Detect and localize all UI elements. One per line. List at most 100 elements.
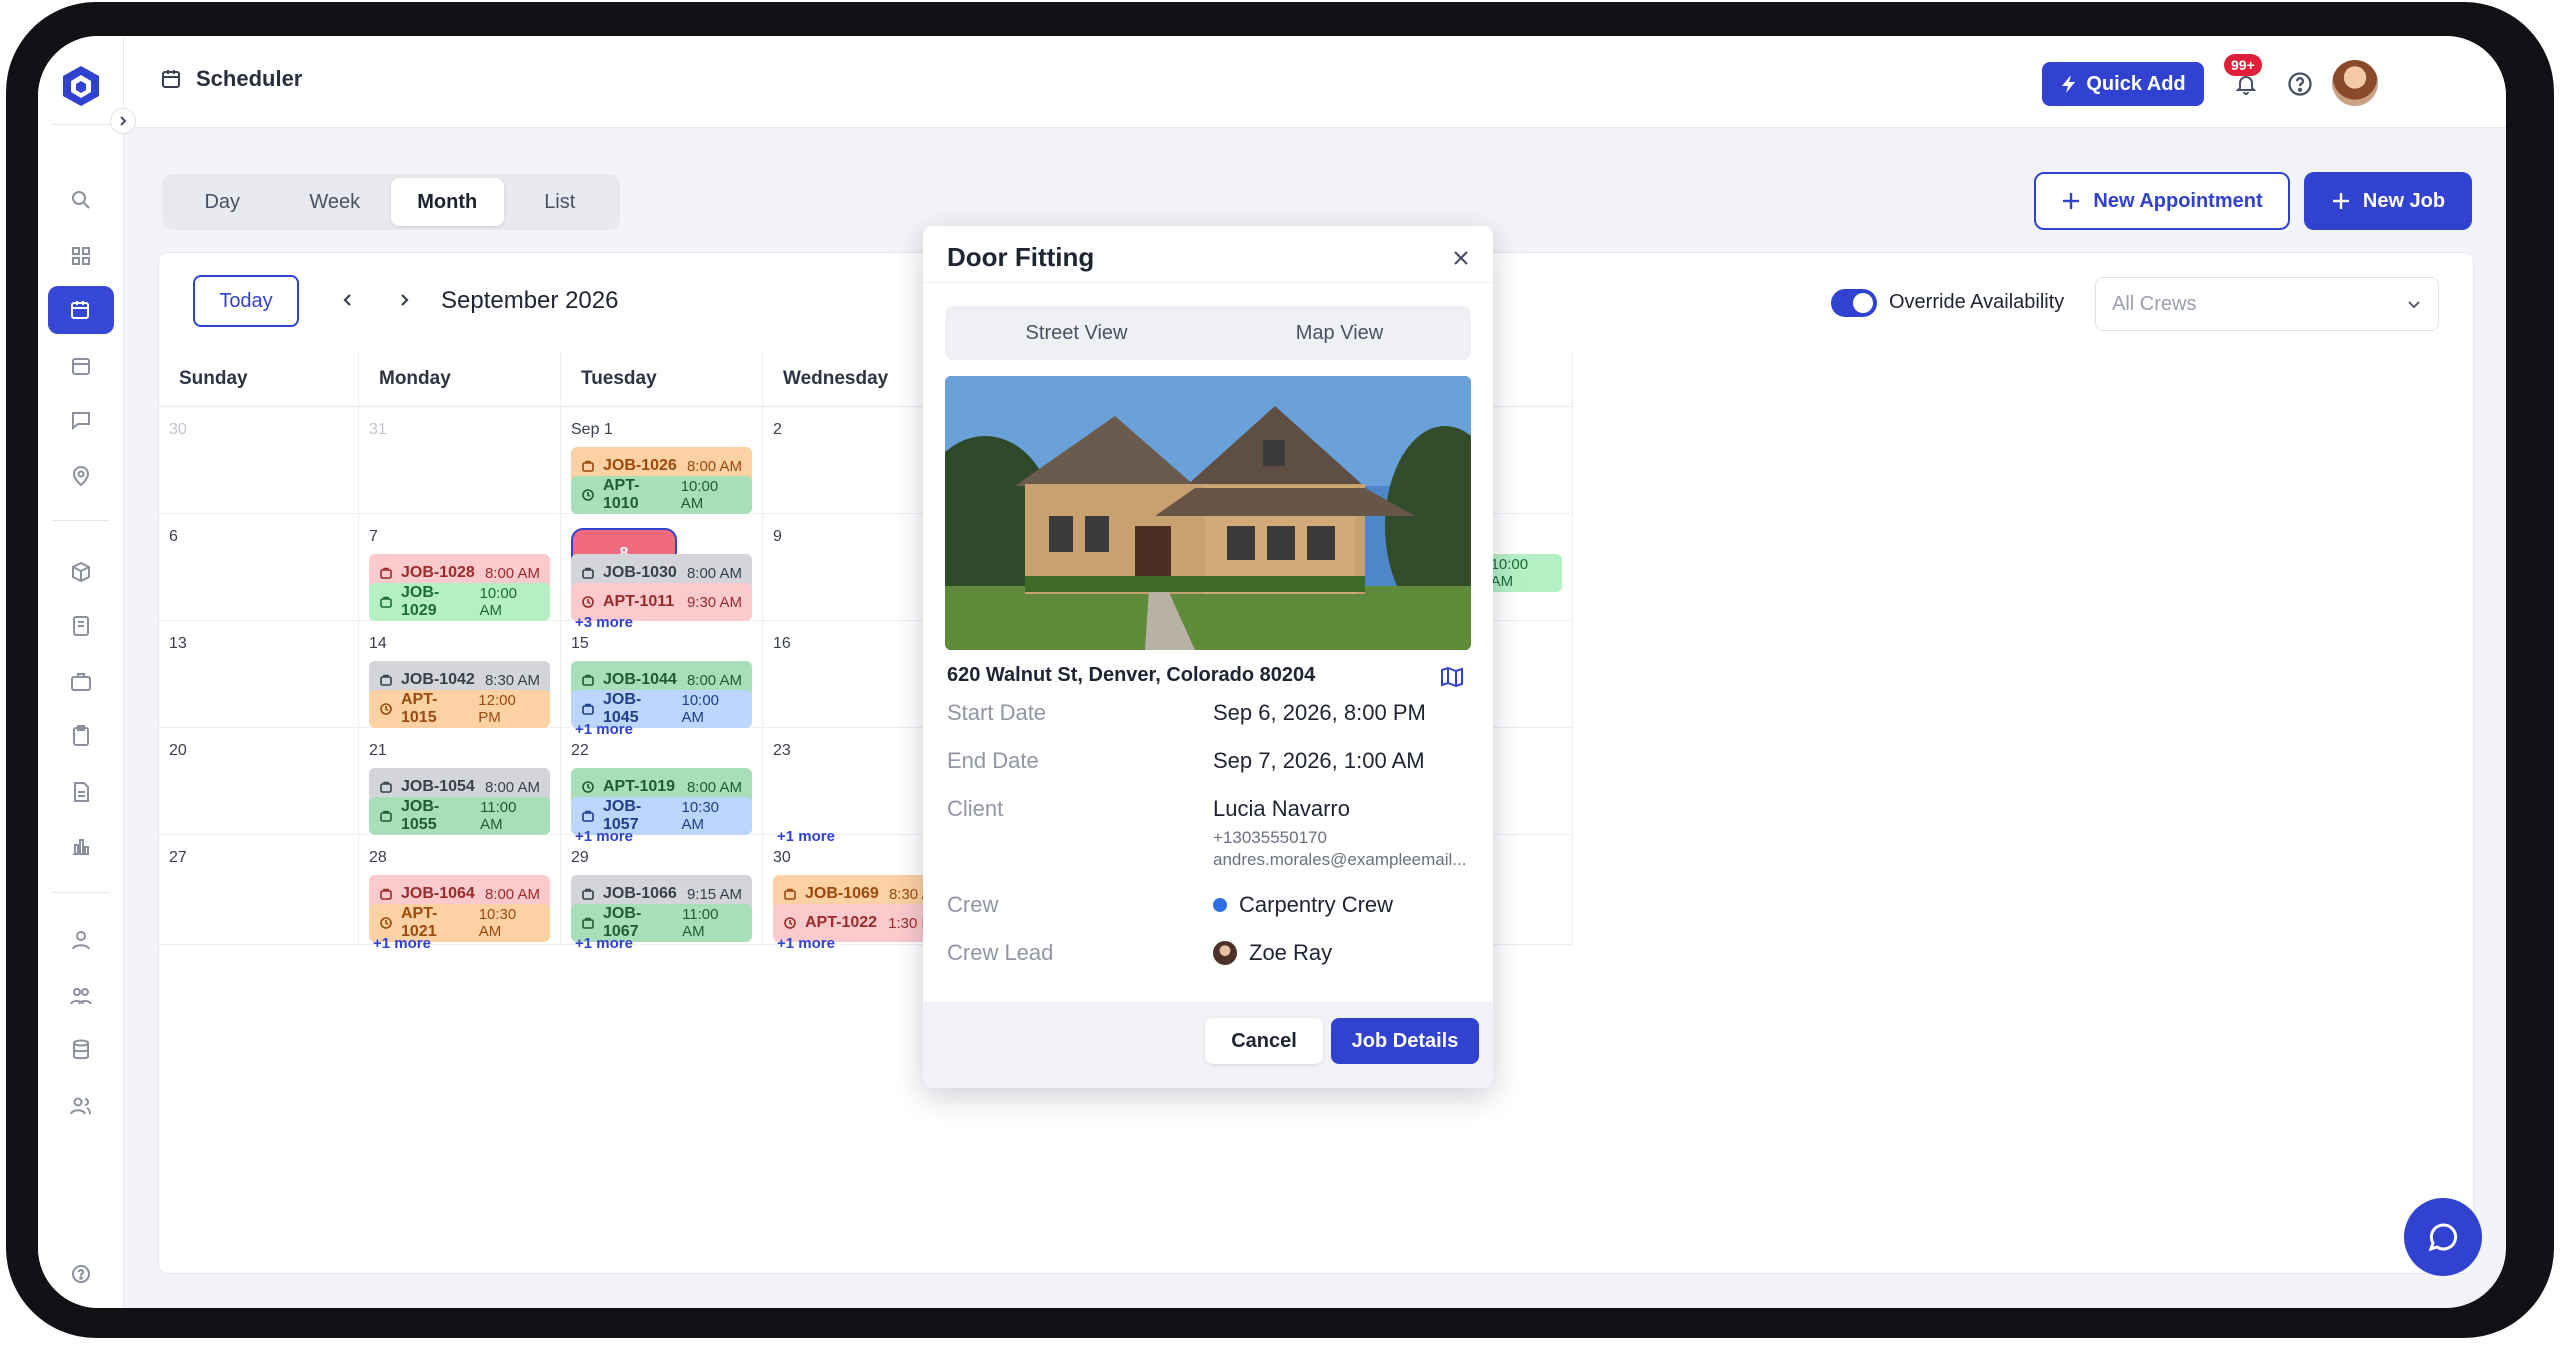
- event-time: 11:00 AM: [682, 906, 719, 940]
- briefcase-icon: [581, 702, 595, 716]
- quick-add-button[interactable]: Quick Add: [2042, 62, 2204, 106]
- job-details-button[interactable]: Job Details: [1331, 1018, 1479, 1064]
- map-icon[interactable]: [1439, 664, 1465, 690]
- sidebar-item-crews[interactable]: [48, 972, 114, 1020]
- popup-title: Door Fitting: [947, 242, 1095, 272]
- tab-week[interactable]: Week: [279, 178, 392, 226]
- team-icon: [70, 988, 92, 1005]
- event-chip[interactable]: JOB-1029 10:00 AM: [369, 583, 550, 621]
- tab-month[interactable]: Month: [391, 178, 504, 226]
- sidebar-item-jobs[interactable]: [48, 658, 114, 706]
- override-availability-toggle[interactable]: [1831, 289, 1877, 317]
- event-time: 10:00 AM: [1490, 556, 1529, 590]
- sidebar-item-messages[interactable]: [48, 396, 114, 444]
- crew-value-group: Carpentry Crew: [1213, 892, 1393, 918]
- briefcase-icon: [379, 887, 393, 901]
- page-title: Scheduler: [196, 66, 303, 91]
- sidebar-item-inventory[interactable]: [48, 548, 114, 596]
- day-cell[interactable]: 31: [359, 407, 561, 514]
- sidebar-item-tasks[interactable]: [48, 712, 114, 760]
- event-id: JOB-1044: [603, 671, 677, 688]
- calendar-clock-icon: [162, 70, 180, 88]
- day-cell[interactable]: 15 JOB-1044 8:00 AM JOB-1045 10:00 AM +1 more: [561, 621, 763, 738]
- chat-button[interactable]: [2404, 1198, 2482, 1276]
- day-cell[interactable]: Sep 1 JOB-1026 8:00 AM APT-1010 10:00 AM: [561, 407, 763, 514]
- chevron-right-icon: [120, 116, 127, 126]
- client-email[interactable]: andres.morales@exampleemail...: [1213, 850, 1466, 870]
- client-name[interactable]: Lucia Navarro: [1213, 796, 1350, 822]
- day-cell[interactable]: 8JOB-10308:00 AMAPT-10119:30 AM+3 more: [561, 514, 763, 631]
- day-cell[interactable]: 13: [159, 621, 359, 728]
- tab-day[interactable]: Day: [166, 178, 279, 226]
- day-cell[interactable]: 22 APT-1019 8:00 AM JOB-1057 10:30 AM +1 more: [561, 728, 763, 845]
- crew-lead-group: Zoe Ray: [1213, 940, 1332, 966]
- sidebar-item-invoices[interactable]: [48, 768, 114, 816]
- clipboard-icon: [73, 725, 89, 746]
- tab-list[interactable]: List: [504, 178, 617, 226]
- sidebar-item-dashboard[interactable]: [48, 232, 114, 280]
- sidebar-item-estimates[interactable]: [48, 602, 114, 650]
- day-number: 13: [169, 635, 187, 652]
- month-label: September 2026: [441, 287, 619, 314]
- day-cell[interactable]: 27: [159, 835, 359, 945]
- chevron-down-icon: [2408, 301, 2420, 309]
- briefcase-icon: [581, 916, 595, 930]
- tab-map-view[interactable]: Map View: [1208, 306, 1471, 360]
- cancel-button[interactable]: Cancel: [1205, 1018, 1323, 1064]
- crews-select[interactable]: All Crews: [2095, 277, 2439, 331]
- sidebar-item-locations[interactable]: [48, 452, 114, 500]
- more-events-link[interactable]: +1 more: [575, 935, 633, 952]
- app-screen: Scheduler Quick Add 99+ Day Week Month L…: [38, 36, 2506, 1308]
- more-events-link[interactable]: +1 more: [777, 935, 835, 952]
- day-cell[interactable]: 7 JOB-1028 8:00 AM JOB-1029 10:00 AM: [359, 514, 561, 621]
- day-cell[interactable]: 28 JOB-1064 8:00 AM APT-1021 10:30 AM +1 more: [359, 835, 561, 952]
- help-icon[interactable]: [2286, 70, 2314, 98]
- sidebar-item-contacts[interactable]: [48, 1082, 114, 1130]
- next-month-button[interactable]: [389, 285, 419, 315]
- more-events-link[interactable]: +1 more: [373, 935, 431, 952]
- day-cell[interactable]: 14 JOB-1042 8:30 AM APT-1015 12:00 PM: [359, 621, 561, 728]
- sidebar-item-calendar[interactable]: [48, 342, 114, 390]
- event-time: 10:00 AM: [681, 692, 720, 726]
- dashboard-icon: [72, 247, 90, 265]
- sidebar-item-database[interactable]: [48, 1026, 114, 1074]
- sidebar-item-help[interactable]: [48, 1250, 114, 1298]
- sidebar-divider: [52, 520, 110, 521]
- event-chip[interactable]: APT-1010 10:00 AM: [571, 476, 752, 514]
- override-availability-label: Override Availability: [1889, 291, 2065, 313]
- day-cell[interactable]: 30: [159, 407, 359, 514]
- invoice-icon: [74, 782, 89, 802]
- briefcase-icon: [379, 595, 393, 609]
- day-number: 7: [369, 528, 378, 545]
- end-date-label: End Date: [947, 748, 1039, 773]
- day-cell[interactable]: 6: [159, 514, 359, 621]
- briefcase-icon: [71, 673, 91, 691]
- crew-value: Carpentry Crew: [1239, 892, 1394, 917]
- new-appointment-button[interactable]: New Appointment: [2034, 172, 2290, 230]
- event-id: JOB-1054: [401, 778, 475, 795]
- day-cell[interactable]: 20: [159, 728, 359, 835]
- new-job-button[interactable]: New Job: [2304, 172, 2472, 230]
- client-phone[interactable]: +13035550170: [1213, 828, 1327, 848]
- search-icon: [72, 191, 90, 209]
- day-cell[interactable]: 29 JOB-1066 9:15 AM JOB-1067 11:00 AM +1 more: [561, 835, 763, 952]
- event-chip[interactable]: APT-1015 12:00 PM: [369, 690, 550, 728]
- close-icon[interactable]: [1447, 244, 1475, 272]
- sidebar-item-users[interactable]: [48, 916, 114, 964]
- event-time: 11:00 AM: [480, 799, 517, 833]
- tab-street-view[interactable]: Street View: [945, 306, 1208, 360]
- sidebar-item-scheduler[interactable]: [48, 286, 114, 334]
- event-time: 10:00 AM: [479, 585, 518, 619]
- event-chip[interactable]: JOB-1055 11:00 AM: [369, 797, 550, 835]
- today-button[interactable]: Today: [193, 275, 299, 327]
- chevron-right-icon: [401, 294, 409, 306]
- contacts-icon: [70, 1097, 91, 1115]
- sidebar-collapse-button[interactable]: [110, 108, 136, 134]
- prev-month-button[interactable]: [333, 285, 363, 315]
- day-number: 29: [571, 849, 589, 866]
- sidebar-item-reports[interactable]: [48, 822, 114, 870]
- user-avatar[interactable]: [2332, 60, 2378, 106]
- day-cell[interactable]: 21 JOB-1054 8:00 AM JOB-1055 11:00 AM: [359, 728, 561, 835]
- sidebar-item-search[interactable]: [48, 176, 114, 224]
- day-number: 2: [773, 421, 782, 438]
